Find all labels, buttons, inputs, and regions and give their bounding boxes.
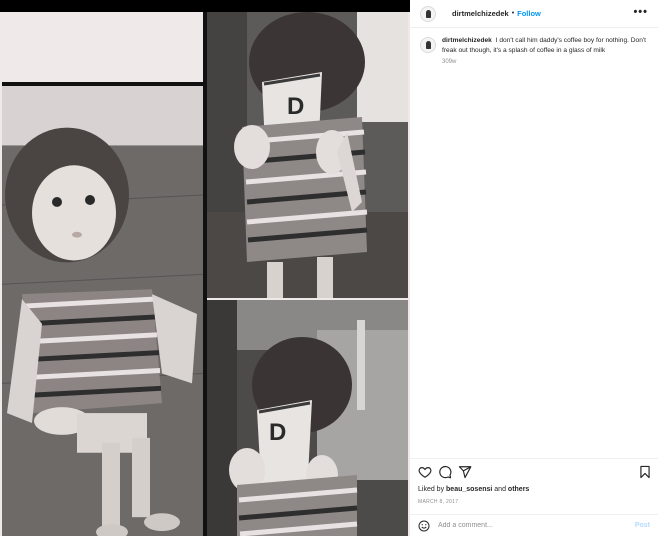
action-bar: [410, 458, 658, 484]
likes-prefix: Liked by: [418, 486, 447, 493]
likes-user[interactable]: beau_sosensi: [446, 486, 492, 493]
caption-avatar[interactable]: [420, 37, 436, 53]
photo-child-drinking-top: D: [207, 12, 408, 298]
mug-letter: D: [287, 93, 304, 120]
caption-text-block: dirtmelchizedek I don't call him daddy's…: [442, 36, 647, 55]
more-options-icon[interactable]: •••: [633, 7, 648, 18]
comment-bar: Post: [410, 514, 658, 536]
header-separator: •: [511, 10, 515, 17]
post-media[interactable]: D D: [0, 12, 410, 536]
post-sidebar: dirtmelchizedek • Follow ••• dirtmelchiz…: [410, 0, 658, 536]
photo-child-drinking-bottom: D: [207, 300, 408, 536]
photo-child-standing: [2, 82, 203, 536]
likes-summary: Liked by beau_sosensi and others: [418, 486, 529, 493]
caption-time-ago[interactable]: 309w: [442, 59, 647, 65]
post-comment-button[interactable]: Post: [635, 522, 650, 529]
caption-username[interactable]: dirtmelchizedek: [442, 37, 492, 44]
caption: dirtmelchizedek I don't call him daddy's…: [420, 36, 652, 65]
paper-plane-icon[interactable]: [458, 465, 472, 479]
header-username[interactable]: dirtmelchizedek: [452, 9, 509, 18]
bookmark-icon[interactable]: [638, 465, 652, 479]
follow-button[interactable]: Follow: [517, 9, 541, 18]
post-header: dirtmelchizedek • Follow •••: [410, 0, 658, 28]
post-date[interactable]: MARCH 8, 2017: [418, 499, 458, 505]
mug-letter-bottom: D: [269, 419, 286, 446]
likes-others[interactable]: others: [508, 486, 529, 493]
caption-body: dirtmelchizedek I don't call him daddy's…: [442, 36, 647, 65]
comment-bubble-icon[interactable]: [438, 465, 452, 479]
likes-middle: and: [492, 486, 508, 493]
instagram-post-dialog: D D dirtmelchizedek • Follow ••• dirtmel…: [0, 0, 658, 536]
heart-icon[interactable]: [418, 465, 432, 479]
comment-input[interactable]: [438, 522, 618, 529]
avatar[interactable]: [420, 5, 436, 22]
emoji-icon[interactable]: [418, 520, 430, 532]
